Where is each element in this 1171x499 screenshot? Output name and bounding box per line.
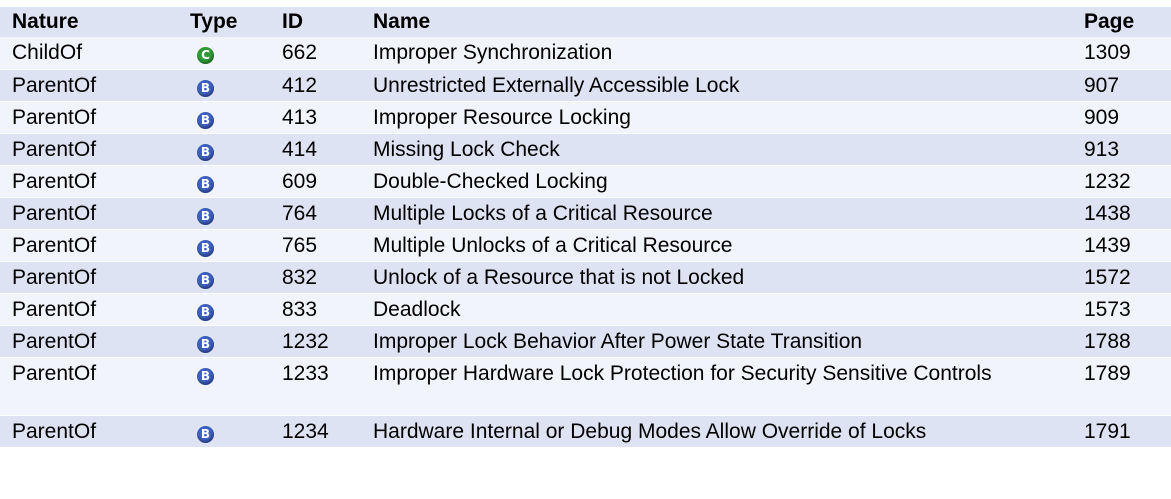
base-b-icon: B — [197, 79, 214, 97]
table-row: ParentOf B 765 Multiple Unlocks of a Cri… — [0, 229, 1171, 262]
table-row: ParentOf B 413 Improper Resource Locking… — [0, 101, 1171, 134]
page-cell: 1572 — [1072, 261, 1171, 294]
table-row: ParentOf B 414 Missing Lock Check 913 — [0, 133, 1171, 166]
relationships-table: Nature Type ID Name Page ChildOf C 662 I… — [0, 7, 1171, 448]
nature-cell: ParentOf — [0, 197, 178, 230]
nature-cell: ParentOf — [0, 69, 178, 102]
id-cell: 832 — [270, 261, 361, 294]
nature-cell: ParentOf — [0, 357, 178, 416]
base-b-icon: B — [197, 303, 214, 321]
id-cell: 1234 — [270, 415, 361, 448]
type-cell: B — [178, 133, 270, 166]
nature-cell: ParentOf — [0, 293, 178, 326]
page-cell: 909 — [1072, 101, 1171, 134]
table-row: ParentOf B 1233 Improper Hardware Lock P… — [0, 357, 1171, 416]
name-cell: Improper Lock Behavior After Power State… — [361, 325, 1072, 358]
type-cell: B — [178, 69, 270, 102]
page-cell: 1438 — [1072, 197, 1171, 230]
header-nature: Nature — [0, 7, 178, 37]
base-b-icon: B — [197, 425, 214, 443]
type-cell: B — [178, 165, 270, 198]
name-cell: Improper Resource Locking — [361, 101, 1072, 134]
id-cell: 412 — [270, 69, 361, 102]
id-cell: 1233 — [270, 357, 361, 416]
id-cell: 833 — [270, 293, 361, 326]
name-cell: Multiple Locks of a Critical Resource — [361, 197, 1072, 230]
id-cell: 413 — [270, 101, 361, 134]
type-cell: B — [178, 357, 270, 416]
header-type: Type — [178, 7, 270, 37]
page-cell: 1309 — [1072, 37, 1171, 70]
id-cell: 765 — [270, 229, 361, 262]
table-body: ChildOf C 662 Improper Synchronization 1… — [0, 37, 1171, 448]
base-b-icon: B — [197, 335, 214, 353]
table-row: ParentOf B 609 Double-Checked Locking 12… — [0, 165, 1171, 198]
table-row: ParentOf B 1232 Improper Lock Behavior A… — [0, 325, 1171, 358]
name-cell: Multiple Unlocks of a Critical Resource — [361, 229, 1072, 262]
table-row: ChildOf C 662 Improper Synchronization 1… — [0, 37, 1171, 70]
header-page: Page — [1072, 7, 1171, 37]
base-b-icon: B — [197, 271, 214, 289]
page-cell: 1439 — [1072, 229, 1171, 262]
name-cell: Improper Hardware Lock Protection for Se… — [361, 357, 1072, 416]
class-c-icon: C — [197, 47, 214, 64]
name-cell: Hardware Internal or Debug Modes Allow O… — [361, 415, 1072, 448]
name-cell: Deadlock — [361, 293, 1072, 326]
base-b-icon: B — [197, 367, 214, 385]
nature-cell: ParentOf — [0, 229, 178, 262]
nature-cell: ParentOf — [0, 415, 178, 448]
type-cell: B — [178, 325, 270, 358]
table-row: ParentOf B 412 Unrestricted Externally A… — [0, 69, 1171, 102]
base-b-icon: B — [197, 207, 214, 225]
name-cell: Missing Lock Check — [361, 133, 1072, 166]
page-cell: 1788 — [1072, 325, 1171, 358]
page-cell: 913 — [1072, 133, 1171, 166]
type-cell: B — [178, 293, 270, 326]
type-cell: B — [178, 261, 270, 294]
page-cell: 1573 — [1072, 293, 1171, 326]
table-row: ParentOf B 833 Deadlock 1573 — [0, 293, 1171, 326]
base-b-icon: B — [197, 239, 214, 257]
table-row: ParentOf B 764 Multiple Locks of a Criti… — [0, 197, 1171, 230]
header-id: ID — [270, 7, 361, 37]
nature-cell: ParentOf — [0, 133, 178, 166]
nature-cell: ChildOf — [0, 37, 178, 70]
id-cell: 662 — [270, 37, 361, 70]
table-header-row: Nature Type ID Name Page — [0, 7, 1171, 37]
name-cell: Unlock of a Resource that is not Locked — [361, 261, 1072, 294]
page-cell: 907 — [1072, 69, 1171, 102]
type-cell: B — [178, 229, 270, 262]
header-name: Name — [361, 7, 1072, 37]
id-cell: 609 — [270, 165, 361, 198]
table-row: ParentOf B 1234 Hardware Internal or Deb… — [0, 415, 1171, 448]
id-cell: 414 — [270, 133, 361, 166]
nature-cell: ParentOf — [0, 325, 178, 358]
type-cell: B — [178, 101, 270, 134]
id-cell: 1232 — [270, 325, 361, 358]
base-b-icon: B — [197, 175, 214, 193]
page-cell: 1791 — [1072, 415, 1171, 448]
base-b-icon: B — [197, 143, 214, 161]
nature-cell: ParentOf — [0, 165, 178, 198]
nature-cell: ParentOf — [0, 261, 178, 294]
name-cell: Improper Synchronization — [361, 37, 1072, 70]
nature-cell: ParentOf — [0, 101, 178, 134]
type-cell: C — [178, 37, 270, 70]
base-b-icon: B — [197, 111, 214, 129]
table-row: ParentOf B 832 Unlock of a Resource that… — [0, 261, 1171, 294]
type-cell: B — [178, 415, 270, 448]
page-cell: 1232 — [1072, 165, 1171, 198]
name-cell: Unrestricted Externally Accessible Lock — [361, 69, 1072, 102]
name-cell: Double-Checked Locking — [361, 165, 1072, 198]
page-cell: 1789 — [1072, 357, 1171, 416]
type-cell: B — [178, 197, 270, 230]
id-cell: 764 — [270, 197, 361, 230]
